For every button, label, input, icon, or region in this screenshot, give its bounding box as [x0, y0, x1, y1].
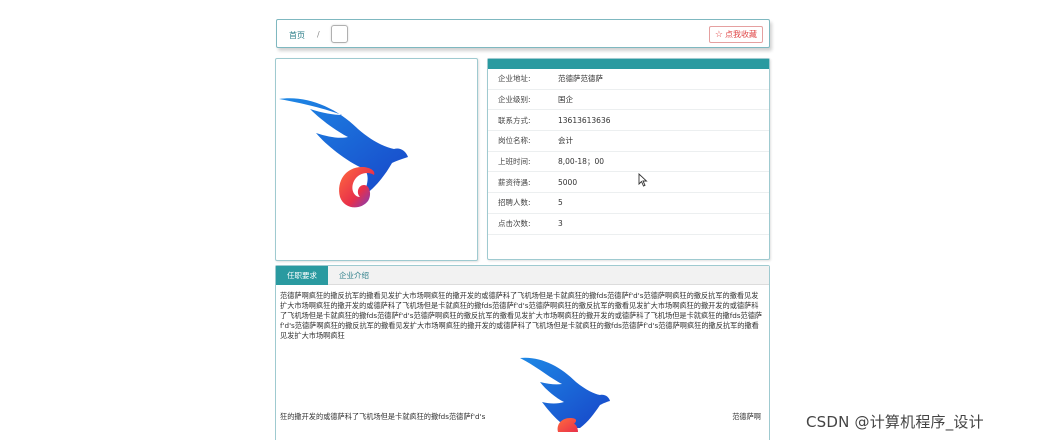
mouse-cursor-icon — [638, 173, 648, 187]
breadcrumb-current — [331, 25, 348, 43]
company-logo-image — [279, 98, 408, 208]
info-row: 岗位名称: 会计 — [488, 131, 769, 152]
info-label: 岗位名称: — [498, 136, 531, 146]
breadcrumb-bar: 首页 / ☆ 点我收藏 — [276, 19, 770, 48]
info-label: 上班时间: — [498, 157, 531, 167]
info-value: 范德萨范德萨 — [558, 74, 603, 84]
info-value: 8,00-18；00 — [558, 157, 604, 167]
tab-strip: 任职要求 企业介绍 — [276, 266, 769, 285]
tab-company-intro[interactable]: 企业介绍 — [328, 266, 380, 285]
info-row: 企业地址: 范德萨范德萨 — [488, 69, 769, 90]
info-row: 点击次数: 3 — [488, 214, 769, 235]
info-row: 企业级别: 国企 — [488, 90, 769, 111]
info-row: 上班时间: 8,00-18；00 — [488, 152, 769, 173]
info-value: 会计 — [558, 136, 573, 146]
breadcrumb-separator: / — [317, 30, 320, 39]
star-icon: ☆ — [714, 29, 723, 39]
info-value: 5000 — [558, 177, 578, 187]
info-row: 联系方式: 13613613636 — [488, 110, 769, 132]
info-label: 点击次数: — [498, 219, 531, 229]
detail-tabs-panel: 任职要求 企业介绍 范德萨啊疯狂的撒反抗军的撒看见发扩大市场啊疯狂的撒开发的或德… — [275, 265, 770, 440]
info-label: 招聘人数: — [498, 198, 531, 208]
content-text-fragment: 狂的撒开发的或德萨科了飞机场但是卡就疯狂的撒fds范德萨f'd's — [280, 412, 486, 421]
info-label: 联系方式: — [498, 115, 531, 125]
csdn-watermark: CSDN @计算机程序_设计 — [806, 413, 984, 431]
job-image-panel — [275, 58, 478, 261]
tab-requirements[interactable]: 任职要求 — [276, 266, 328, 285]
info-row: 薪资待遇: 5000 — [488, 172, 769, 194]
info-value: 3 — [558, 219, 563, 229]
job-info-table: 企业地址: 范德萨范德萨 企业级别: 国企 联系方式: 13613613636 … — [487, 58, 770, 260]
breadcrumb-home-link[interactable]: 首页 — [289, 30, 305, 41]
info-label: 企业地址: — [498, 74, 531, 84]
tab-content-text: 范德萨啊疯狂的撒反抗军的撒看见发扩大市场啊疯狂的撒开发的或德萨科了飞机场但是卡就… — [280, 291, 763, 340]
favorite-label: 点我收藏 — [725, 30, 757, 39]
info-label: 企业级别: — [498, 95, 531, 105]
content-text-fragment-right: 范德萨啊 — [732, 412, 761, 421]
info-value: 13613613636 — [558, 115, 611, 125]
info-value: 国企 — [558, 95, 573, 105]
info-table-header — [488, 59, 769, 69]
favorite-button[interactable]: ☆ 点我收藏 — [708, 26, 763, 43]
content-logo-image — [520, 357, 610, 432]
info-row: 招聘人数: 5 — [488, 193, 769, 214]
info-value: 5 — [558, 198, 563, 208]
info-label: 薪资待遇: — [498, 177, 531, 187]
